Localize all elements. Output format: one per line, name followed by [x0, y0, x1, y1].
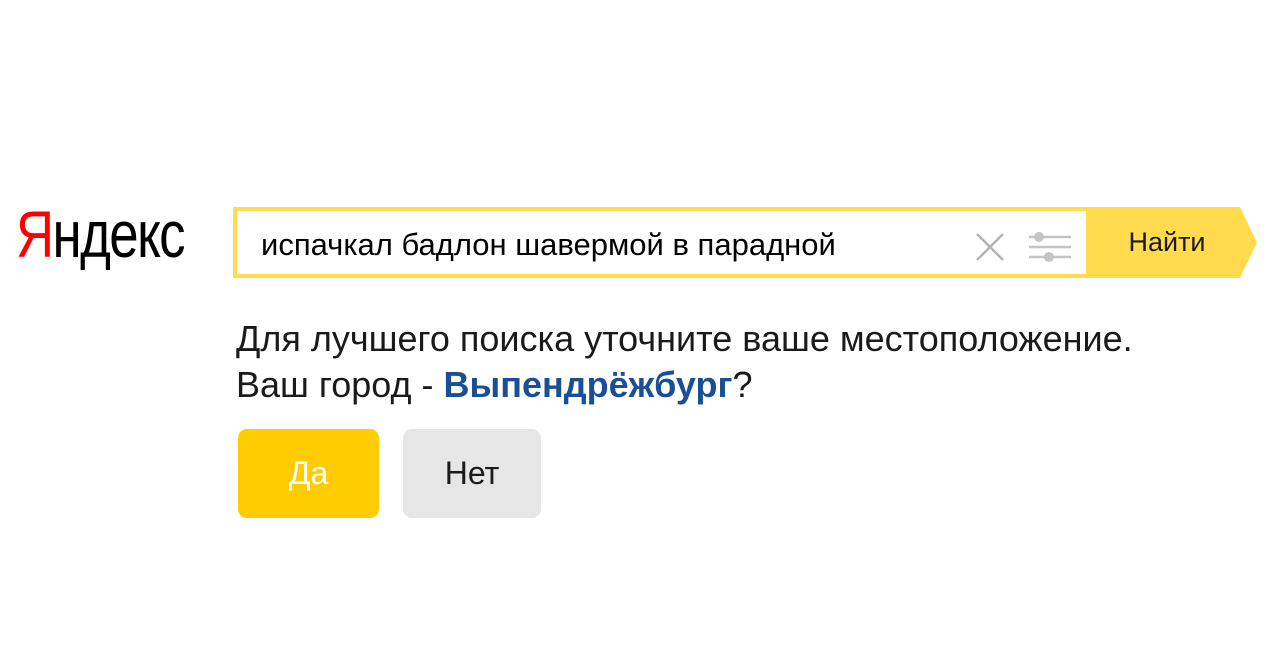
logo-rest: ндекс: [52, 197, 186, 271]
location-prompt-suffix: ?: [732, 364, 753, 405]
find-button[interactable]: Найти: [1086, 207, 1257, 278]
no-button[interactable]: Нет: [403, 429, 541, 518]
find-button-label: Найти: [1128, 227, 1206, 257]
close-icon[interactable]: [974, 231, 1006, 263]
sliders-icon[interactable]: [1027, 229, 1073, 265]
search-bar: испачкал бадлон шавермой в парадной Найт…: [233, 207, 1257, 278]
city-link[interactable]: Выпендрёжбург: [444, 364, 733, 405]
search-input[interactable]: испачкал бадлон шавермой в парадной: [261, 223, 961, 267]
yandex-logo[interactable]: Яндекс: [16, 196, 186, 272]
location-prompt: Для лучшего поиска уточните ваше местопо…: [236, 316, 1133, 408]
logo-first-letter: Я: [16, 197, 54, 271]
yes-button[interactable]: Да: [238, 429, 379, 518]
location-prompt-line2: Ваш город - Выпендрёжбург?: [236, 362, 1133, 408]
search-page: Яндекс испачкал бадлон шавермой в парадн…: [0, 0, 1280, 659]
search-box: испачкал бадлон шавермой в парадной: [233, 207, 1086, 278]
location-prompt-prefix: Ваш город -: [236, 364, 444, 405]
location-prompt-line1: Для лучшего поиска уточните ваше местопо…: [236, 318, 1133, 359]
